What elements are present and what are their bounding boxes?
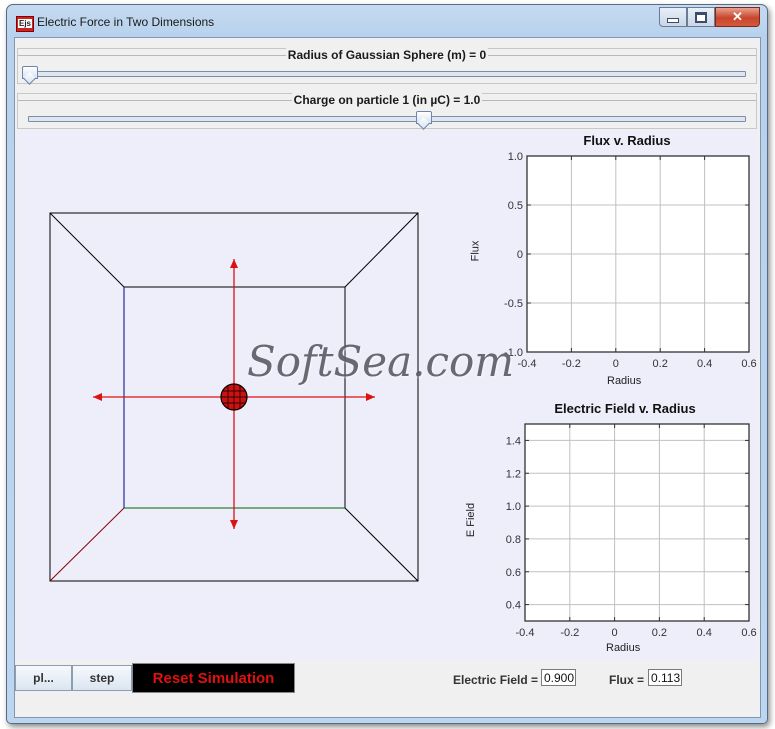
client-area: Radius of Gaussian Sphere (m) = 0 Charge… [14,37,761,718]
box-edge-top-right [344,212,419,288]
maximize-icon [695,11,707,23]
maximize-button[interactable] [687,7,715,27]
y-tick-label: -1.0 [504,347,523,359]
field-arrowhead-down [230,520,238,529]
y-tick-label: 0.4 [506,600,521,612]
radius-slider-thumb[interactable] [22,66,38,79]
electric-field-value[interactable]: 0.900 [541,669,576,686]
play-button[interactable]: pl... [15,665,72,691]
x-tick-label: 0.6 [741,627,756,639]
flux-chart-ylabel: Flux [469,240,482,262]
close-icon: ✕ [732,9,743,24]
flux-chart-xlabel: Radius [607,375,642,387]
radius-slider-panel: Radius of Gaussian Sphere (m) = 0 [17,48,757,84]
app-window: Ejs Electric Force in Two Dimensions ✕ R… [6,4,768,724]
y-tick-label: 1.4 [506,435,521,447]
control-bar: pl... step Reset Simulation Electric Fie… [15,660,760,717]
minimize-icon [667,17,679,23]
x-tick-label: 0.2 [652,627,667,639]
electric-field-label: Electric Field = [453,673,539,687]
simulation-view[interactable] [17,130,457,660]
field-arrowhead-left [93,393,102,401]
y-tick-label: 0 [517,249,523,261]
plot-area [525,424,749,621]
field-arrowhead-right [366,393,375,401]
x-tick-label: 0.6 [741,358,756,370]
box-edge-top-left [49,212,125,288]
x-tick-label: -0.4 [518,358,537,370]
drawing-panel: Flux v. Radius -0.4 -0.2 0 0.2 0.4 0.6 1.0 0.5 0… [17,130,757,660]
minimize-button[interactable] [659,7,687,27]
charge-slider-panel: Charge on particle 1 (in µC) = 1.0 [17,93,757,129]
field-arrowhead-up [230,259,238,268]
x-tick-label: 0 [613,358,619,370]
x-tick-label: 0.2 [653,358,668,370]
flux-value[interactable]: 0.113 [648,669,682,686]
step-button[interactable]: step [72,665,132,691]
radius-slider-label: Radius of Gaussian Sphere (m) = 0 [285,48,489,62]
y-tick-label: 1.2 [506,468,521,480]
x-tick-label: -0.2 [560,627,579,639]
app-logo-icon: Ejs [16,16,34,32]
window-title: Electric Force in Two Dimensions [37,15,215,29]
charge-slider-track[interactable] [28,116,746,122]
flux-label: Flux = [609,673,645,687]
flux-chart: -0.4 -0.2 0 0.2 0.4 0.6 1.0 0.5 0 -0.5 -1.0 [504,151,757,370]
charge-slider-label: Charge on particle 1 (in µC) = 1.0 [291,93,483,107]
x-tick-label: 0.4 [697,627,712,639]
charge-slider-thumb[interactable] [415,111,432,124]
reset-simulation-button[interactable]: Reset Simulation [132,663,295,693]
y-tick-label: 1.0 [506,501,521,513]
y-tick-label: 0.5 [508,200,523,212]
efield-chart: -0.4 -0.2 0 0.2 0.4 0.6 1.4 1.2 1.0 0.8 0.6 0.4 [506,423,757,639]
x-tick-label: 0.4 [697,358,712,370]
y-tick-label: 1.0 [508,151,523,163]
title-bar[interactable]: Ejs Electric Force in Two Dimensions ✕ [7,5,767,35]
y-tick-label: -0.5 [504,298,523,310]
close-button[interactable]: ✕ [715,7,760,27]
box-edge-bottom-left [49,507,125,582]
charged-particle[interactable] [220,383,248,411]
x-tick-label: 0 [612,627,618,639]
box-edge-bottom-right [344,507,419,582]
efield-chart-ylabel: E Field [465,502,478,538]
x-tick-label: -0.4 [516,627,535,639]
y-tick-label: 0.8 [506,534,521,546]
y-tick-label: 0.6 [506,567,521,579]
efield-chart-xlabel: Radius [606,642,641,654]
radius-slider-track[interactable] [28,71,746,77]
x-tick-label: -0.2 [562,358,581,370]
